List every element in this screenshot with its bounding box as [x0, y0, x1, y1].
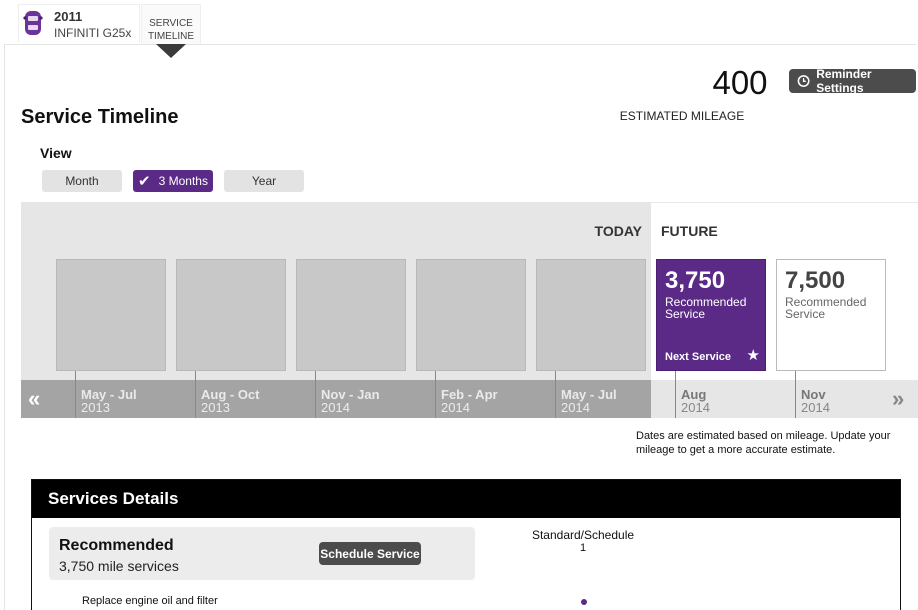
view-month-label: Month: [65, 174, 99, 188]
recommended-subtitle: 3,750 mile services: [59, 558, 179, 574]
service-miles: 3,750: [665, 267, 726, 294]
timeline-next-button[interactable]: »: [892, 386, 904, 412]
service-item-label: Replace engine oil and filter: [82, 595, 218, 607]
period-label: Nov 2014: [801, 388, 830, 414]
active-tab-indicator: [156, 44, 186, 58]
view-year-button[interactable]: Year: [224, 170, 304, 192]
vehicle-year: 2011: [54, 9, 83, 24]
vehicle-tab[interactable]: 2011 INFINITI G25x: [18, 4, 140, 42]
timeline-tick: [195, 371, 196, 418]
car-icon: [23, 11, 43, 35]
service-label: Recommended Service: [785, 295, 867, 321]
period-year: 2014: [681, 400, 710, 415]
tab-service-timeline[interactable]: SERVICE TIMELINE: [141, 4, 201, 44]
star-icon: ★: [746, 347, 760, 364]
mileage-label: ESTIMATED MILEAGE: [619, 109, 745, 123]
tab-label-line1: SERVICE: [149, 18, 193, 29]
period-label: Feb - Apr 2014: [441, 388, 498, 414]
timeline-tick: [435, 371, 436, 418]
timeline-tick: [75, 371, 76, 418]
timeline-tick: [795, 371, 796, 418]
recommended-box: Recommended 3,750 mile services Schedule…: [49, 527, 475, 580]
standard-schedule-header: Standard/Schedule: [531, 528, 635, 542]
period-label: Aug 2014: [681, 388, 710, 414]
service-item-indicator: [581, 599, 587, 605]
standard-schedule-number: 1: [579, 542, 587, 554]
timeline-tick: [315, 371, 316, 418]
period-label: May - Jul 2013: [81, 388, 137, 414]
top-bar: 2011 INFINITI G25x SERVICE TIMELINE: [0, 0, 918, 44]
period-year: 2014: [561, 400, 590, 415]
timeline-card-empty: [296, 259, 406, 371]
view-month-button[interactable]: Month: [42, 170, 122, 192]
service-miles: 7,500: [785, 267, 846, 294]
view-year-label: Year: [251, 174, 277, 188]
timeline-prev-button[interactable]: «: [28, 386, 40, 412]
timeline-tick: [675, 371, 676, 418]
period-label: Aug - Oct 2013: [201, 388, 260, 414]
view-3-months-label: 3 Months: [158, 174, 208, 188]
period-year: 2014: [321, 400, 350, 415]
next-service-badge: Next Service: [665, 351, 732, 363]
timeline-card-empty: [176, 259, 286, 371]
clock-icon: [797, 75, 810, 87]
view-3-months-button[interactable]: ✔ 3 Months: [133, 170, 213, 192]
period-year: 2014: [441, 400, 470, 415]
mileage-estimate-note: Dates are estimated based on mileage. Up…: [636, 430, 891, 456]
timeline-card-empty: [56, 259, 166, 371]
services-details-title: Services Details: [32, 480, 900, 518]
period-year: 2013: [81, 400, 110, 415]
period-year: 2014: [801, 400, 830, 415]
timeline-tick: [555, 371, 556, 418]
schedule-service-button[interactable]: Schedule Service: [319, 542, 421, 565]
vehicle-name: INFINITI G25x: [54, 26, 132, 40]
timeline-card-empty: [536, 259, 646, 371]
check-icon: ✔: [138, 173, 151, 190]
reminder-settings-label: Reminder Settings: [816, 67, 872, 95]
next-service-card[interactable]: 3,750 Recommended Service Next Service ★: [656, 259, 766, 371]
period-label: Nov - Jan 2014: [321, 388, 380, 414]
page-title: Service Timeline: [21, 106, 179, 128]
period-label: May - Jul 2014: [561, 388, 617, 414]
future-service-card[interactable]: 7,500 Recommended Service: [776, 259, 886, 371]
future-label: FUTURE: [661, 223, 718, 239]
today-label: TODAY: [594, 223, 642, 239]
reminder-settings-button[interactable]: Reminder Settings: [789, 67, 916, 95]
mileage-value: 400: [712, 64, 768, 101]
service-label: Recommended Service: [665, 295, 747, 321]
recommended-title: Recommended: [59, 537, 174, 554]
period-year: 2013: [201, 400, 230, 415]
tab-label-line2: TIMELINE: [147, 31, 195, 42]
view-label: View: [40, 145, 72, 161]
timeline-card-empty: [416, 259, 526, 371]
